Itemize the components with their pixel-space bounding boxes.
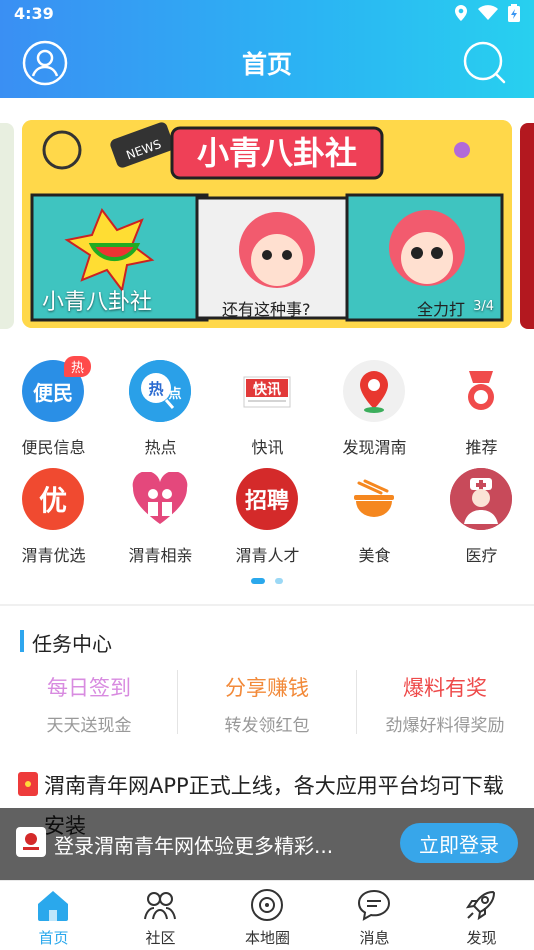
status-bar: 4:39 [0,0,534,28]
nav-label: 首页 [38,929,69,947]
bottom-navigation: 首页 社区 本地圈 消息 发现 [0,880,534,950]
nav-label: 社区 [145,929,176,947]
svg-text:还有这种事?: 还有这种事? [222,300,311,319]
page-title: 首页 [241,50,292,79]
shortcut-label: 医疗 [465,546,498,565]
hotspot-icon: 热 点 [129,360,191,422]
banner-next-peek[interactable] [520,123,534,329]
task-sub-label: 转发领红包 [224,716,310,736]
login-prompt-bar: 登录渭南青年网体验更多精彩... 立即登录 [0,808,534,880]
nav-discover[interactable]: 发现 [428,881,534,950]
task-main-label: 每日签到 [47,676,131,700]
shortcut-tuijian[interactable]: 推荐 [428,358,534,458]
message-icon [357,889,391,921]
youxuan-icon: 优 [22,468,84,530]
shortcut-kuaixun[interactable]: 快讯 快讯 [214,358,321,458]
hot-badge: 热 [64,356,92,377]
task-center-title: 任务中心 [32,632,112,656]
task-main-label: 分享赚钱 [225,676,309,700]
svg-text:快讯: 快讯 [253,381,281,398]
shortcut-youxuan[interactable]: 优 渭青优选 [0,466,107,566]
banner-page-indicator: 3/4 [473,299,494,314]
section-accent-bar [20,630,24,652]
search-icon [463,41,506,84]
banner-prev-peek[interactable] [0,123,14,329]
svg-text:小青八卦社: 小青八卦社 [197,134,357,172]
banner-slide[interactable]: NEWS 小青八卦社 还有这种事? 全力打 小青八卦社 3/4 [22,120,512,328]
search-button[interactable] [462,40,508,86]
shortcut-row: 便民 热 便民信息 热 点 热点 快讯 快讯 发现渭南 推荐 [0,356,534,458]
shortcut-label: 渭青人才 [235,546,300,565]
shortcut-label: 渭青相亲 [128,546,193,565]
app-logo [16,827,46,857]
nav-messages[interactable]: 消息 [321,881,428,950]
nav-label: 消息 [359,929,390,947]
shortcut-label: 热点 [144,438,177,457]
task-share-earn[interactable]: 分享赚钱 转发领红包 [178,668,356,738]
location-icon [454,4,468,26]
banner-caption: 小青八卦社 [42,290,153,315]
home-icon [38,891,68,921]
battery-icon [508,4,520,26]
task-sub-label: 天天送现金 [46,716,132,736]
shortcut-rencai[interactable]: 招聘 渭青人才 [214,466,321,566]
svg-text:点: 点 [168,386,181,402]
status-icons [454,4,520,26]
flash-news-icon: 快讯 [236,360,298,422]
rocket-icon [465,890,496,921]
shortcut-label: 推荐 [465,438,498,457]
svg-text:全力打: 全力打 [417,300,465,319]
section-divider [0,604,534,606]
nav-label: 发现 [466,929,497,947]
task-tipoff-reward[interactable]: 爆料有奖 劲爆好料得奖励 [356,668,534,738]
nav-home[interactable]: 首页 [0,881,107,950]
app-header: 4:39 首页 [0,0,534,98]
community-icon [144,892,176,920]
login-prompt-text: 登录渭南青年网体验更多精彩... [54,834,334,858]
status-time: 4:39 [14,4,54,23]
shortcut-label: 渭青优选 [21,546,86,565]
wifi-icon [478,5,498,25]
shortcut-row: 优 渭青优选 渭青相亲 招聘 渭青人才 美食 医疗 [0,466,534,566]
task-sub-label: 劲爆好料得奖励 [385,716,505,736]
task-center: 每日签到 天天送现金 分享赚钱 转发领红包 爆料有奖 劲爆好料得奖励 [0,668,534,738]
ribbon-icon [450,360,512,422]
task-main-label: 爆料有奖 [403,676,487,700]
shortcut-faxian-weinan[interactable]: 发现渭南 [321,358,428,458]
task-daily-checkin[interactable]: 每日签到 天天送现金 [0,668,178,738]
shortcut-bianmin[interactable]: 便民 热 便民信息 [0,356,107,458]
shortcut-redian[interactable]: 热 点 热点 [107,358,214,458]
noodle-bowl-icon [343,468,405,530]
shortcut-yiliao[interactable]: 医疗 [428,466,534,566]
news-badge-icon [18,772,38,796]
nav-community[interactable]: 社区 [107,881,214,950]
shortcut-xiangqin[interactable]: 渭青相亲 [107,466,214,566]
shortcut-label: 美食 [358,546,391,565]
nurse-icon [450,468,512,530]
page-dot-active [251,578,265,584]
recruitment-icon: 招聘 [236,468,298,530]
nav-local-circle[interactable]: 本地圈 [214,881,321,950]
shortcut-meishi[interactable]: 美食 [321,466,428,566]
nav-label: 本地圈 [244,929,290,947]
page-indicator [0,578,534,584]
shortcut-label: 便民信息 [21,438,86,457]
heart-couple-icon [129,468,191,530]
svg-text:热: 热 [148,380,163,398]
shortcut-label: 发现渭南 [342,438,407,457]
login-button[interactable]: 立即登录 [400,823,518,863]
location-pin-icon [343,360,405,422]
page-dot [275,578,283,584]
banner-carousel[interactable]: NEWS 小青八卦社 还有这种事? 全力打 小青八卦社 3/4 [0,118,534,330]
shortcut-label: 快讯 [251,438,284,457]
local-circle-icon [251,889,283,921]
